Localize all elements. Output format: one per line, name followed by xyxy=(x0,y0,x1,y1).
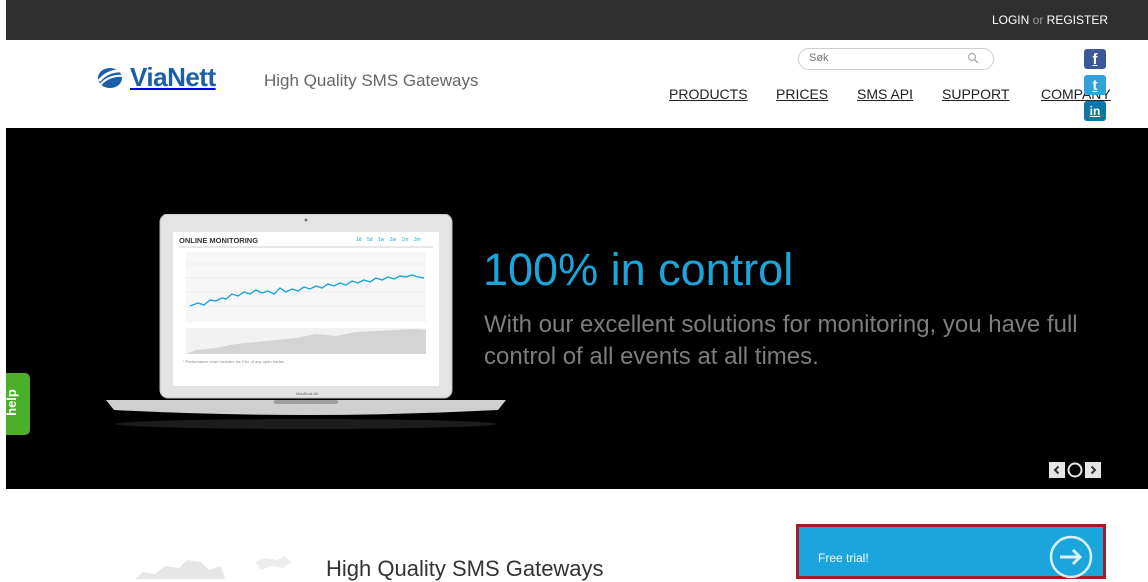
world-map-image xyxy=(135,556,291,579)
hero-slider: ONLINE MONITORING 1d 5d 1w 2w 1m 3m * Pe… xyxy=(6,128,1148,489)
site-logo[interactable]: ViaNett xyxy=(96,62,216,93)
auth-links: LOGIN or REGISTER xyxy=(992,13,1108,27)
nav-support[interactable]: SUPPORT xyxy=(942,86,1009,102)
site-tagline: High Quality SMS Gateways xyxy=(264,71,479,90)
hero-title: 100% in control xyxy=(483,244,794,295)
search-input[interactable] xyxy=(809,52,959,64)
hero-text: With our excellent solutions for monitor… xyxy=(484,311,1078,370)
facebook-icon[interactable]: f xyxy=(1084,49,1106,69)
linkedin-icon[interactable]: in xyxy=(1084,101,1106,121)
circle-icon xyxy=(1067,462,1083,478)
laptop-image: ONLINE MONITORING 1d 5d 1w 2w 1m 3m * Pe… xyxy=(106,213,506,435)
help-label: help xyxy=(3,389,19,416)
section-title: High Quality SMS Gateways xyxy=(326,556,604,581)
top-bar: LOGIN or REGISTER xyxy=(6,0,1148,40)
logo-mark-icon xyxy=(97,67,125,88)
screen-title: ONLINE MONITORING xyxy=(179,236,259,245)
login-link[interactable]: LOGIN xyxy=(992,13,1029,27)
register-link[interactable]: REGISTER xyxy=(1047,13,1108,27)
search-box xyxy=(798,48,994,70)
free-trial-label: Free trial! xyxy=(818,551,869,565)
site-header: ViaNett High Quality SMS Gateways PRODUC… xyxy=(6,40,1148,128)
laptop-illustration xyxy=(106,213,506,429)
slider-next-button[interactable] xyxy=(1085,462,1101,478)
chevron-left-icon xyxy=(1053,465,1060,475)
slider-pause-button[interactable] xyxy=(1067,462,1083,478)
nav-prices[interactable]: PRICES xyxy=(776,86,828,102)
nav-sms-api[interactable]: SMS API xyxy=(857,86,913,102)
chevron-right-icon xyxy=(1090,465,1097,475)
arrow-right-circle-icon xyxy=(1049,535,1093,579)
help-tab[interactable]: help xyxy=(3,373,30,435)
screen-footnote: * Performance chart includes the P&L of … xyxy=(183,359,284,364)
laptop-brand: MacBook Air xyxy=(296,391,319,396)
slider-prev-button[interactable] xyxy=(1049,462,1065,478)
free-trial-button[interactable]: Free trial! xyxy=(796,524,1106,579)
logo-text: ViaNett xyxy=(130,62,216,92)
auth-separator: or xyxy=(1032,13,1044,27)
twitter-icon[interactable]: t xyxy=(1084,75,1106,95)
search-icon[interactable] xyxy=(967,52,979,64)
nav-products[interactable]: PRODUCTS xyxy=(669,86,748,102)
screen-range-1d: 1d 5d 1w 2w 1m 3m xyxy=(356,237,421,243)
